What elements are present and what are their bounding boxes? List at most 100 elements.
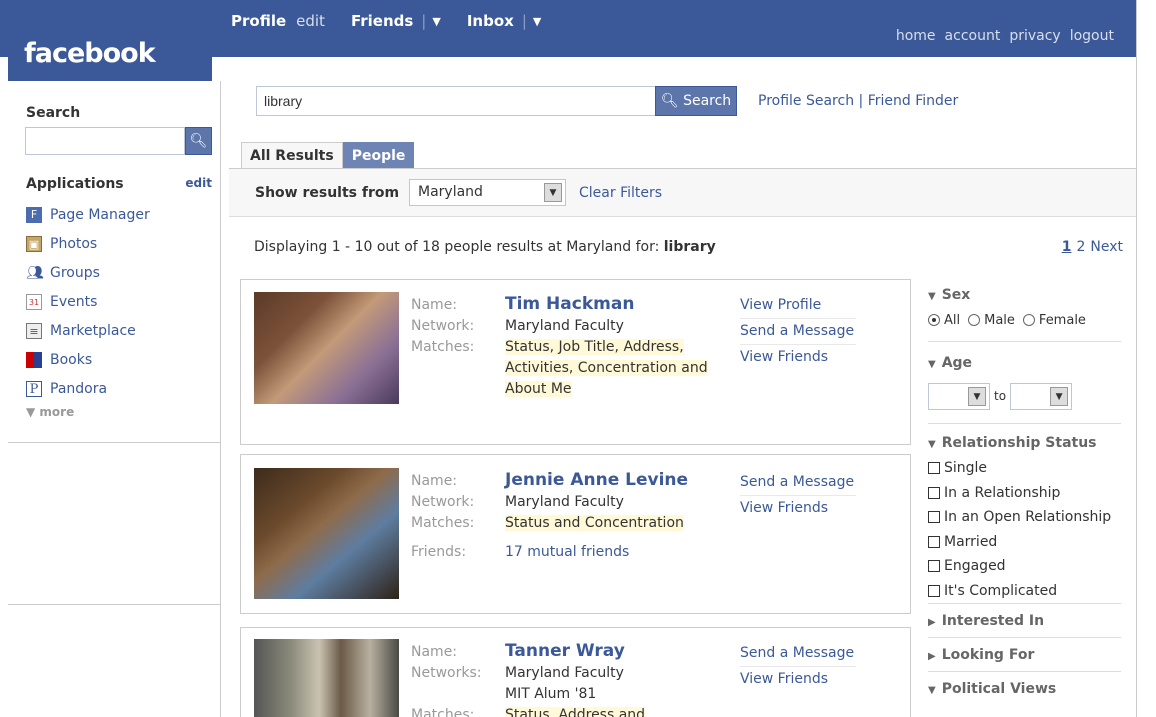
chevron-down-icon[interactable]: ▼: [544, 183, 562, 202]
field-label: Networks:: [411, 665, 482, 681]
looking-for-header[interactable]: ▶ Looking For: [928, 644, 1121, 668]
view-friends-link[interactable]: View Friends: [740, 667, 856, 693]
matches-value: Activities, Concentration and: [505, 360, 708, 376]
tab-people[interactable]: People: [342, 142, 415, 169]
checkbox[interactable]: [928, 584, 940, 597]
field-label: Name:: [411, 644, 458, 660]
result-actions: Send a Message View Friends: [740, 470, 856, 522]
person-name-link[interactable]: Tim Hackman: [505, 294, 634, 314]
person-name-link[interactable]: Jennie Anne Levine: [505, 470, 688, 490]
sidebar-item-marketplace[interactable]: ≡ Marketplace: [26, 316, 150, 345]
facebook-logo[interactable]: facebook: [24, 38, 156, 69]
page-2[interactable]: 2: [1076, 239, 1085, 255]
pandora-icon: P: [26, 380, 42, 397]
sidebar-item-label: Books: [50, 351, 93, 368]
send-message-link[interactable]: Send a Message: [740, 641, 856, 667]
profile-photo[interactable]: [254, 468, 399, 599]
sidebar-item-page-manager[interactable]: F Page Manager: [26, 200, 150, 229]
matches-value: Status and Concentration: [505, 515, 684, 531]
result-card: Name: Tanner Wray Networks: Maryland Facul…: [240, 627, 911, 717]
profile-photo[interactable]: [254, 639, 399, 717]
result-fields: Name: Tim Hackman Network: Maryland Facult…: [411, 294, 708, 400]
option-label: Single: [944, 460, 988, 477]
checkbox[interactable]: [928, 511, 940, 524]
relationship-option[interactable]: In an Open Relationship: [928, 505, 1121, 530]
tab-all-results[interactable]: All Results: [241, 142, 343, 169]
relationship-option[interactable]: Engaged: [928, 554, 1121, 579]
sex-filter-header[interactable]: ▼ Sex: [928, 284, 1121, 308]
view-profile-link[interactable]: View Profile: [740, 293, 856, 319]
sidebar-search-button[interactable]: 🔍︎: [185, 127, 212, 155]
field-label: Matches:: [411, 515, 475, 531]
network-value: MIT Alum '81: [505, 686, 597, 702]
chevron-down-icon[interactable]: ▼: [968, 386, 986, 406]
relationship-filter-title: Relationship Status: [941, 435, 1097, 451]
nav-divider: |: [521, 12, 527, 30]
pagination: 1 2 Next: [1062, 239, 1123, 255]
search-links[interactable]: Profile Search | Friend Finder: [758, 93, 958, 109]
applications-edit-link[interactable]: edit: [185, 176, 212, 192]
interested-in-header[interactable]: ▶ Interested In: [928, 610, 1121, 634]
sex-female-radio[interactable]: [1022, 314, 1035, 326]
next-page[interactable]: Next: [1090, 239, 1123, 255]
profile-photo[interactable]: [254, 292, 399, 404]
checkbox[interactable]: [928, 462, 940, 475]
nav-inbox[interactable]: Inbox: [467, 12, 514, 30]
sidebar-item-photos[interactable]: ▣ Photos: [26, 229, 150, 258]
nav-privacy[interactable]: privacy: [1009, 28, 1060, 44]
send-message-link[interactable]: Send a Message: [740, 470, 856, 496]
sidebar-item-label: Page Manager: [50, 206, 150, 223]
age-filter-header[interactable]: ▼ Age: [928, 352, 1121, 376]
age-filter: ▼ Age ▼ to ▼: [928, 342, 1121, 424]
sidebar-item-events[interactable]: 31 Events: [26, 287, 150, 316]
mutual-friends-link[interactable]: 17 mutual friends: [505, 544, 629, 560]
sidebar-item-books[interactable]: Books: [26, 345, 150, 374]
sex-all-radio[interactable]: [928, 314, 940, 326]
chevron-down-icon[interactable]: ▼: [1050, 386, 1069, 406]
nav-friends[interactable]: Friends: [351, 12, 413, 30]
sidebar-item-pandora[interactable]: P Pandora: [26, 374, 150, 403]
view-friends-link[interactable]: View Friends: [740, 496, 856, 522]
view-friends-link[interactable]: View Friends: [740, 345, 856, 371]
checkbox[interactable]: [928, 560, 940, 573]
photos-icon: ▣: [26, 235, 42, 252]
relationship-option[interactable]: Married: [928, 530, 1121, 555]
nav-home[interactable]: home: [896, 28, 936, 44]
main-content: 🔍︎ Search Profile Search | Friend Finder…: [221, 57, 1136, 717]
send-message-link[interactable]: Send a Message: [740, 319, 856, 345]
page-1[interactable]: 1: [1062, 239, 1072, 255]
checkbox[interactable]: [928, 535, 940, 548]
age-min-select[interactable]: ▼: [928, 382, 990, 410]
clear-filters-link[interactable]: Clear Filters: [579, 185, 662, 201]
sidebar-more-link[interactable]: ▼ more: [26, 405, 74, 419]
search-input[interactable]: [256, 86, 656, 116]
relationship-option[interactable]: Single: [928, 456, 1121, 481]
checkbox[interactable]: [928, 486, 940, 499]
field-label: Network:: [411, 318, 475, 334]
triangle-down-icon: ▼: [928, 359, 936, 370]
age-range: ▼ to ▼: [928, 376, 1121, 416]
looking-for-filter: ▶ Looking For: [928, 638, 1121, 672]
sidebar-search-input[interactable]: [25, 127, 185, 155]
age-max-select[interactable]: ▼: [1010, 382, 1073, 410]
nav-logout[interactable]: logout: [1070, 28, 1114, 44]
nav-profile[interactable]: Profile: [231, 12, 286, 30]
sidebar-search-label: Search: [26, 105, 81, 121]
relationship-filter-header[interactable]: ▼ Relationship Status: [928, 432, 1121, 456]
field-label: Friends:: [411, 544, 467, 560]
result-actions: Send a Message View Friends: [740, 641, 856, 693]
friends-dropdown-icon[interactable]: ▼: [432, 15, 440, 28]
network-select[interactable]: Maryland ▼: [409, 179, 566, 206]
sex-options: All Male Female: [928, 308, 1121, 332]
political-views-header[interactable]: ▼ Political Views: [928, 678, 1121, 702]
sex-male-radio[interactable]: [968, 314, 981, 326]
inbox-dropdown-icon[interactable]: ▼: [533, 15, 541, 28]
relationship-option[interactable]: In a Relationship: [928, 481, 1121, 506]
relationship-option[interactable]: It's Complicated: [928, 579, 1121, 604]
nav-profile-edit[interactable]: edit: [296, 12, 325, 30]
applications-header: Applications edit: [26, 176, 212, 192]
nav-account[interactable]: account: [945, 28, 1001, 44]
person-name-link[interactable]: Tanner Wray: [505, 641, 625, 661]
sidebar-item-groups[interactable]: 👥︎ Groups: [26, 258, 150, 287]
search-button[interactable]: 🔍︎ Search: [655, 86, 737, 116]
